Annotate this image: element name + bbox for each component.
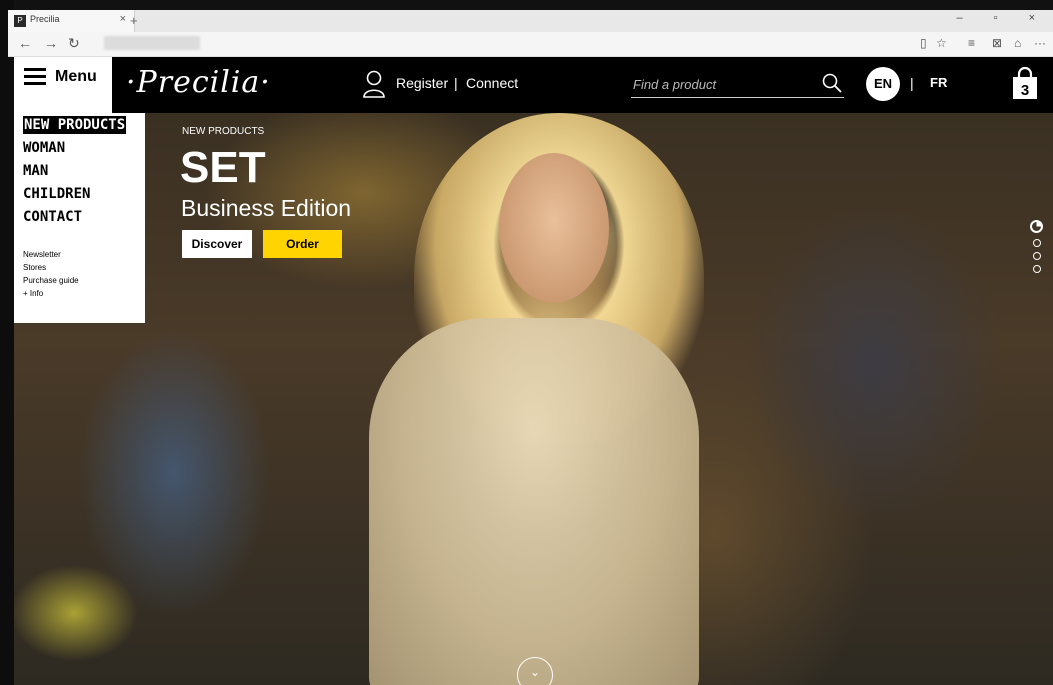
slide-dot[interactable] bbox=[1033, 252, 1041, 260]
header-separator: | bbox=[454, 75, 458, 91]
scroll-down-icon[interactable]: ⌄ bbox=[517, 657, 553, 685]
refresh-icon[interactable]: ↻ bbox=[68, 35, 80, 52]
menu-link-purchase-guide[interactable]: Purchase guide bbox=[23, 276, 79, 285]
hamburger-icon bbox=[24, 68, 46, 85]
order-button[interactable]: Order bbox=[263, 230, 342, 258]
menu-item-man[interactable]: MAN bbox=[23, 162, 48, 180]
connect-link[interactable]: Connect bbox=[466, 75, 518, 91]
forward-icon[interactable]: → bbox=[44, 35, 58, 51]
window-frame-top bbox=[0, 0, 1053, 10]
promo-title: SET bbox=[180, 143, 266, 192]
slide-dot[interactable] bbox=[1033, 239, 1041, 247]
promo-subtitle: Business Edition bbox=[181, 195, 352, 221]
favicon-icon: P bbox=[14, 15, 26, 27]
tab-close-icon[interactable]: × bbox=[120, 13, 126, 25]
browser-tab-bar: P Precilia × + – ▫ × bbox=[8, 10, 1053, 32]
hero-banner: NEW PRODUCTS SET Business Edition Discov… bbox=[14, 113, 1053, 685]
cart-count: 3 bbox=[1021, 82, 1029, 99]
discover-button[interactable]: Discover bbox=[182, 230, 252, 258]
window-frame-left bbox=[0, 0, 14, 685]
language-separator: | bbox=[910, 75, 914, 91]
search-box bbox=[631, 71, 844, 98]
tab-title: Precilia bbox=[30, 14, 60, 24]
more-icon[interactable]: ··· bbox=[1034, 36, 1046, 50]
hub-icon[interactable]: ≡ bbox=[968, 36, 975, 50]
menu-item-new-products[interactable]: NEW PRODUCTS bbox=[23, 116, 127, 134]
new-tab-icon[interactable]: + bbox=[130, 13, 138, 28]
user-icon[interactable] bbox=[362, 69, 386, 99]
menu-link-newsletter[interactable]: Newsletter bbox=[23, 250, 61, 259]
web-note-icon[interactable]: ⊠ bbox=[992, 36, 1002, 50]
slide-indicator bbox=[1030, 220, 1046, 278]
hero-model-face bbox=[499, 153, 609, 303]
site-header: Menu ·Precilia· Register | Connect EN | … bbox=[14, 57, 1053, 113]
register-link[interactable]: Register bbox=[396, 75, 448, 91]
site-logo[interactable]: ·Precilia· bbox=[126, 65, 271, 100]
window-controls[interactable]: – ▫ × bbox=[956, 12, 1049, 24]
menu-item-children[interactable]: CHILDREN bbox=[23, 185, 90, 203]
browser-nav-bar: ← → ↻ ▯ ☆ ≡ ⊠ ⌂ ··· bbox=[8, 32, 1053, 57]
language-fr-button[interactable]: FR bbox=[930, 75, 947, 90]
menu-label: Menu bbox=[55, 68, 97, 85]
hero-model-dress bbox=[369, 318, 699, 685]
slide-dot-active[interactable] bbox=[1030, 220, 1043, 233]
language-en-button[interactable]: EN bbox=[866, 67, 900, 101]
shopping-bag-icon[interactable]: 3 bbox=[1012, 66, 1038, 100]
slide-dot[interactable] bbox=[1033, 265, 1041, 273]
menu-link-info[interactable]: + Info bbox=[23, 289, 43, 298]
favorite-star-icon[interactable]: ☆ bbox=[936, 36, 947, 50]
share-icon[interactable]: ⌂ bbox=[1014, 36, 1021, 50]
browser-tab[interactable]: P Precilia × bbox=[8, 10, 135, 32]
promo-eyebrow: NEW PRODUCTS bbox=[182, 126, 265, 137]
search-input[interactable] bbox=[631, 71, 815, 97]
reading-view-icon[interactable]: ▯ bbox=[920, 36, 927, 50]
search-icon[interactable] bbox=[822, 73, 842, 93]
menu-item-woman[interactable]: WOMAN bbox=[23, 139, 65, 157]
menu-dropdown: NEW PRODUCTS WOMAN MAN CHILDREN CONTACT … bbox=[14, 113, 145, 323]
back-icon[interactable]: ← bbox=[18, 35, 32, 51]
menu-item-contact[interactable]: CONTACT bbox=[23, 208, 82, 226]
menu-button[interactable]: Menu bbox=[14, 57, 112, 113]
menu-link-stores[interactable]: Stores bbox=[23, 263, 46, 272]
address-bar[interactable] bbox=[104, 36, 200, 50]
